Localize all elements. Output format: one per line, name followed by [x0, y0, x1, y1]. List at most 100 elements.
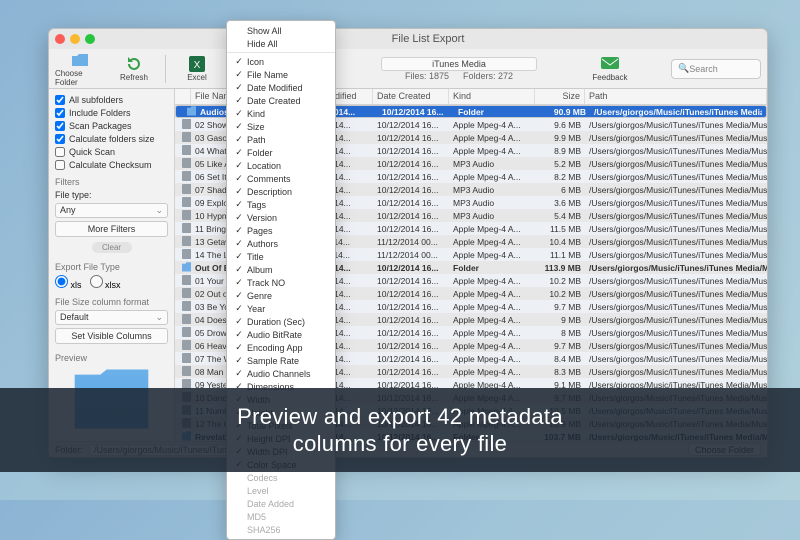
- chk-all-subfolders[interactable]: All subfolders: [55, 95, 168, 105]
- chk-scan-packages[interactable]: Scan Packages: [55, 121, 168, 131]
- file-icon: [182, 288, 191, 298]
- file-icon: [182, 301, 191, 311]
- menu-item[interactable]: ✓Comments: [227, 172, 335, 185]
- col-date-created[interactable]: Date Created: [373, 89, 449, 104]
- menu-item[interactable]: Show All: [227, 24, 335, 37]
- folder-icon: [187, 106, 196, 116]
- menu-item[interactable]: ✓Date Created: [227, 94, 335, 107]
- promo-caption: Preview and export 42 metadatacolumns fo…: [0, 388, 800, 472]
- menu-item[interactable]: ✓Audio Channels: [227, 367, 335, 380]
- excel-label: Excel: [187, 73, 207, 82]
- toolbar-info: iTunes Media Files: 1875 Folders: 272: [369, 57, 549, 81]
- file-icon: [182, 275, 191, 285]
- filters-heading: Filters: [55, 177, 168, 187]
- titlebar: File List Export: [49, 29, 767, 49]
- current-folder-name: iTunes Media: [381, 57, 537, 71]
- file-icon: [182, 236, 191, 246]
- file-icon: [182, 327, 191, 337]
- refresh-icon: [125, 55, 143, 73]
- file-icon: [182, 145, 191, 155]
- toolbar-sep: [165, 55, 166, 83]
- menu-item[interactable]: ✓Pages: [227, 224, 335, 237]
- menu-item[interactable]: ✓Encoding App: [227, 341, 335, 354]
- file-icon: [182, 119, 191, 129]
- menu-item[interactable]: ✓Location: [227, 159, 335, 172]
- menu-item[interactable]: ✓Version: [227, 211, 335, 224]
- file-icon: [182, 132, 191, 142]
- menu-item[interactable]: ✓Folder: [227, 146, 335, 159]
- chk-quick-scan[interactable]: Quick Scan: [55, 147, 168, 157]
- menu-item[interactable]: ✓Track NO: [227, 276, 335, 289]
- file-size-format-heading: File Size column format: [55, 297, 168, 307]
- file-icon: [182, 379, 191, 389]
- more-filters-button[interactable]: More Filters: [55, 221, 168, 237]
- menu-item[interactable]: ✓Size: [227, 120, 335, 133]
- excel-button[interactable]: X Excel: [172, 51, 222, 87]
- window-title: File List Export: [95, 33, 761, 45]
- menu-item[interactable]: ✓Sample Rate: [227, 354, 335, 367]
- menu-item[interactable]: ✓Duration (Sec): [227, 315, 335, 328]
- refresh-label: Refresh: [120, 73, 148, 82]
- toolbar: Choose Folder Refresh X Excel CSV iTunes…: [49, 49, 767, 89]
- file-icon: [182, 366, 191, 376]
- feedback-icon: [601, 55, 619, 73]
- chevron-down-icon: ⌄: [155, 205, 163, 216]
- set-visible-columns-button[interactable]: Set Visible Columns: [55, 328, 168, 344]
- chk-include-folders[interactable]: Include Folders: [55, 108, 168, 118]
- close-icon[interactable]: [55, 34, 65, 44]
- menu-item[interactable]: ✓Path: [227, 133, 335, 146]
- folders-count: Folders: 272: [463, 71, 513, 81]
- col-icon[interactable]: [175, 89, 191, 104]
- export-type-radio[interactable]: xls xlsx: [55, 275, 168, 290]
- file-icon: [182, 158, 191, 168]
- minimize-icon[interactable]: [70, 34, 80, 44]
- files-count: Files: 1875: [405, 71, 449, 81]
- menu-item[interactable]: ✓Date Modified: [227, 81, 335, 94]
- menu-item[interactable]: Hide All: [227, 37, 335, 50]
- menu-item[interactable]: ✓Genre: [227, 289, 335, 302]
- file-type-label: File type:: [55, 190, 168, 200]
- refresh-button[interactable]: Refresh: [109, 51, 159, 87]
- col-path[interactable]: Path: [585, 89, 767, 104]
- menu-item[interactable]: SHA256: [227, 523, 335, 536]
- menu-item[interactable]: ✓Year: [227, 302, 335, 315]
- menu-item[interactable]: ✓Audio BitRate: [227, 328, 335, 341]
- menu-item[interactable]: Date Added: [227, 497, 335, 510]
- zoom-icon[interactable]: [85, 34, 95, 44]
- file-icon: [182, 223, 191, 233]
- folder-icon: [182, 262, 191, 272]
- export-type-heading: Export File Type: [55, 262, 168, 272]
- menu-item[interactable]: ✓Description: [227, 185, 335, 198]
- clear-button[interactable]: Clear: [92, 242, 132, 253]
- choose-folder-button[interactable]: Choose Folder: [55, 51, 105, 87]
- file-icon: [182, 353, 191, 363]
- menu-item[interactable]: ✓Title: [227, 250, 335, 263]
- file-icon: [182, 171, 191, 181]
- file-size-format-select[interactable]: Default ⌄: [55, 310, 168, 325]
- file-type-select[interactable]: Any ⌄: [55, 203, 168, 218]
- choose-folder-label: Choose Folder: [55, 69, 105, 87]
- file-icon: [182, 249, 191, 259]
- col-kind[interactable]: Kind: [449, 89, 535, 104]
- menu-item[interactable]: ✓Kind: [227, 107, 335, 120]
- folder-icon: [71, 51, 89, 69]
- svg-text:X: X: [194, 60, 201, 71]
- feedback-button[interactable]: Feedback: [585, 51, 635, 87]
- col-size[interactable]: Size: [535, 89, 585, 104]
- menu-item[interactable]: Level: [227, 484, 335, 497]
- file-icon: [182, 184, 191, 194]
- chk-calc-folder-size[interactable]: Calculate folders size: [55, 134, 168, 144]
- feedback-label: Feedback: [592, 73, 627, 82]
- traffic-lights: [55, 34, 95, 44]
- menu-item[interactable]: ✓Authors: [227, 237, 335, 250]
- chevron-down-icon: ⌄: [155, 312, 163, 323]
- menu-item[interactable]: MD5: [227, 510, 335, 523]
- menu-item[interactable]: ✓Album: [227, 263, 335, 276]
- menu-item[interactable]: ✓Tags: [227, 198, 335, 211]
- menu-item[interactable]: ✓Icon: [227, 55, 335, 68]
- menu-item[interactable]: ✓File Name: [227, 68, 335, 81]
- menu-item[interactable]: Codecs: [227, 471, 335, 484]
- file-icon: [182, 340, 191, 350]
- search-input[interactable]: 🔍 Search: [671, 59, 761, 79]
- chk-calc-checksum[interactable]: Calculate Checksum: [55, 160, 168, 170]
